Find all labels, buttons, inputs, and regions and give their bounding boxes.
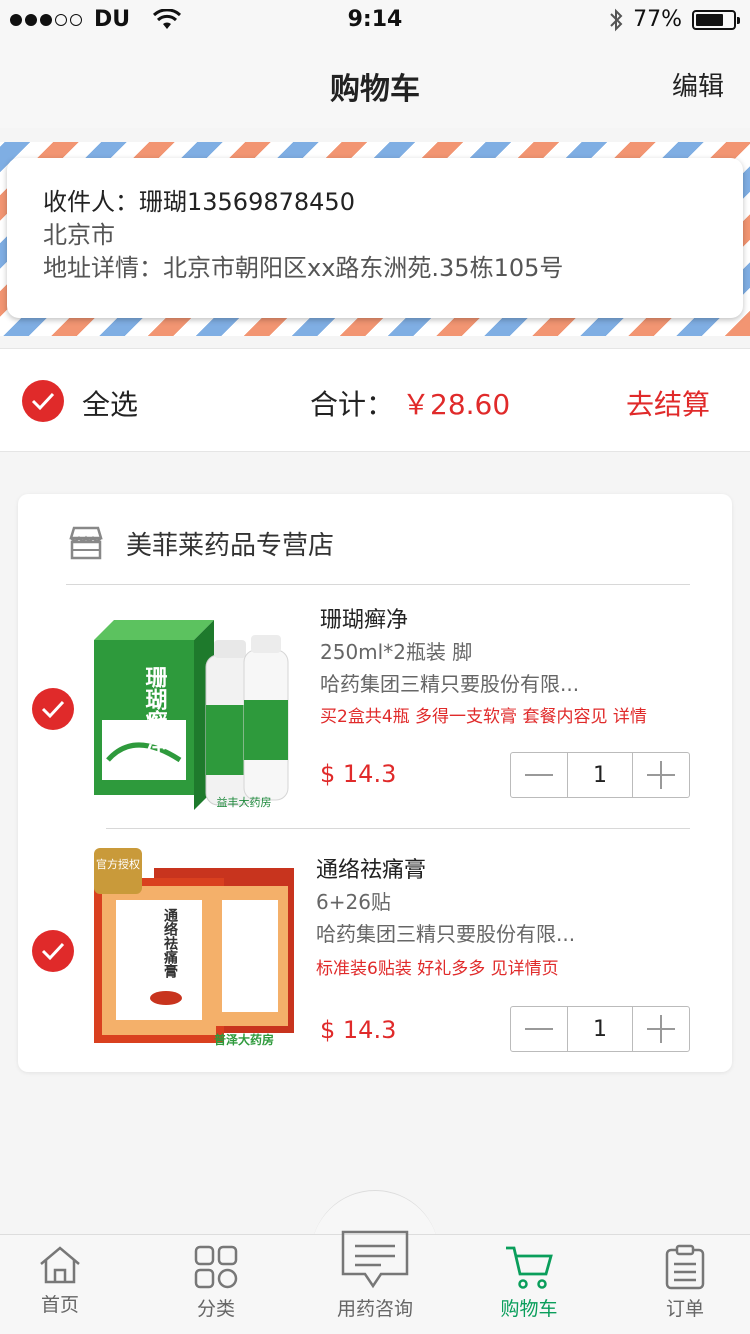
product-image-text: 通络祛痛膏 [162, 908, 179, 979]
address-card[interactable]: 收件人：珊瑚13569878450 北京市 地址详情：北京市朝阳区xx路东洲苑.… [7, 158, 743, 318]
nav-bar: 购物车 编辑 [0, 40, 750, 128]
item-maker: 哈药集团三精只要股份有限... [320, 672, 580, 696]
check-icon [41, 942, 65, 961]
item-title[interactable]: 珊瑚癣净 [320, 602, 408, 634]
plus-icon [647, 1015, 675, 1043]
tab-label: 购物车 [500, 1298, 558, 1320]
tab-label: 首页 [40, 1294, 79, 1316]
cart-item: 珊瑚癣净 益丰大药房 珊瑚癣净 250ml*2瓶装 脚 哈药集团三精只要股份有限… [18, 590, 732, 830]
divider [66, 584, 690, 585]
check-icon [41, 700, 65, 719]
tab-cart[interactable]: 购物车 [459, 1244, 599, 1321]
item-checkbox[interactable] [32, 688, 74, 730]
item-price: $ 14.3 [320, 760, 397, 788]
minus-icon [525, 1028, 553, 1030]
tab-orders[interactable]: 订单 [615, 1244, 750, 1321]
address-section[interactable]: 收件人：珊瑚13569878450 北京市 地址详情：北京市朝阳区xx路东洲苑.… [0, 142, 750, 336]
item-promo: 标准装6贴装 好礼多多 见详情页 [316, 959, 559, 979]
tab-label: 用药咨询 [336, 1298, 413, 1320]
store-name: 美菲莱药品专营店 [126, 530, 335, 561]
increment-button[interactable] [633, 753, 689, 797]
quantity-input[interactable]: 1 [567, 1007, 633, 1051]
quantity-stepper: 1 [510, 1006, 690, 1052]
grid-icon [194, 1245, 238, 1289]
product-image-brand: 益丰大药房 [217, 795, 272, 809]
store-header[interactable]: 美菲莱药品专营店 [66, 520, 334, 566]
quantity-stepper: 1 [510, 752, 690, 798]
total-value: ￥28.60 [402, 388, 511, 421]
check-icon [31, 392, 55, 411]
clipboard-icon [665, 1244, 705, 1290]
cart-summary: 全选 合计： ￥28.60 去结算 [0, 348, 750, 452]
cart-icon [506, 1246, 553, 1289]
product-image-text: 珊瑚癣净 [142, 666, 168, 755]
product-image-brand: 普泽大药房 [214, 1032, 274, 1047]
decrement-button[interactable] [511, 753, 567, 797]
tab-consult[interactable]: 用药咨询 [305, 1228, 445, 1321]
battery-percent: 77% [633, 7, 682, 32]
item-checkbox[interactable] [32, 930, 74, 972]
item-title[interactable]: 通络祛痛膏 [316, 852, 426, 884]
product-image[interactable]: 珊瑚癣净 益丰大药房 [94, 610, 294, 810]
tab-home[interactable]: 首页 [0, 1244, 130, 1317]
page-title: 购物车 [330, 72, 420, 107]
select-all-label[interactable]: 全选 [82, 383, 138, 423]
status-bar: DU 9:14 77% [0, 0, 750, 40]
tab-label: 分类 [196, 1298, 235, 1320]
battery-icon [692, 9, 740, 30]
divider [106, 828, 690, 829]
plus-icon [647, 761, 675, 789]
address-city: 北京市 [43, 221, 115, 249]
increment-button[interactable] [633, 1007, 689, 1051]
edit-button[interactable]: 编辑 [672, 66, 724, 103]
tab-category[interactable]: 分类 [146, 1244, 286, 1321]
store-icon [69, 526, 103, 560]
store-card: 美菲莱药品专营店 珊瑚癣净 益丰大药房 珊瑚癣净 250ml*2瓶装 脚 哈药集… [18, 494, 732, 1072]
cart-item: 官方授权 通络祛痛膏 普泽大药房 通络祛痛膏 6+26贴 哈药集团三精只要股份有… [18, 834, 732, 1070]
tab-label: 订单 [665, 1298, 704, 1320]
recipient: 收件人：珊瑚13569878450 [43, 188, 355, 216]
decrement-button[interactable] [511, 1007, 567, 1051]
item-spec: 250ml*2瓶装 脚 [320, 640, 473, 664]
item-price: $ 14.3 [320, 1016, 397, 1044]
checkout-button[interactable]: 去结算 [626, 383, 710, 423]
home-icon [40, 1246, 80, 1284]
bluetooth-icon [610, 8, 623, 31]
total-label: 合计： [310, 388, 395, 421]
item-promo: 买2盒共4瓶 多得一支软膏 套餐内容见 详情 [320, 707, 647, 727]
select-all-checkbox[interactable] [22, 380, 64, 422]
address-detail: 地址详情：北京市朝阳区xx路东洲苑.35栋105号 [43, 254, 564, 282]
minus-icon [525, 774, 553, 776]
quantity-input[interactable]: 1 [567, 753, 633, 797]
item-spec: 6+26贴 [316, 890, 391, 914]
chat-icon [341, 1230, 409, 1289]
product-image-badge: 官方授权 [96, 857, 140, 871]
product-image[interactable]: 官方授权 通络祛痛膏 普泽大药房 [94, 848, 294, 1048]
item-maker: 哈药集团三精只要股份有限... [316, 922, 576, 946]
